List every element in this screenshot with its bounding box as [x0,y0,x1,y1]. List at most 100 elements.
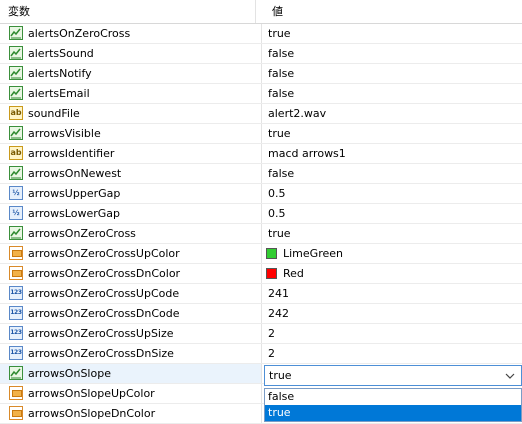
parameter-row[interactable]: arrowsOnZeroCrossUpColor LimeGreen [0,244,522,264]
parameter-row[interactable]: arrowsOnNewest false [0,164,522,184]
parameter-name-cell[interactable]: arrowsOnZeroCrossUpColor [0,244,262,263]
bool-icon [9,366,23,380]
parameter-value: false [268,47,295,60]
parameter-name-cell[interactable]: ½ arrowsUpperGap [0,184,262,203]
parameter-name-cell[interactable]: ½ arrowsLowerGap [0,204,262,223]
parameter-name-cell[interactable]: arrowsOnZeroCrossDnColor [0,264,262,283]
parameter-row[interactable]: arrowsOnZeroCross true [0,224,522,244]
parameter-value: Red [283,267,304,280]
parameter-value-cell[interactable]: 241 [262,284,522,303]
parameter-value-cell[interactable]: false [262,44,522,63]
parameter-name-cell[interactable]: 123 arrowsOnZeroCrossDnSize [0,344,262,363]
chevron-down-icon[interactable] [502,367,518,384]
parameter-name-cell[interactable]: arrowsOnSlopeUpColor [0,384,262,403]
parameter-row[interactable]: 123 arrowsOnZeroCrossDnSize 2 [0,344,522,364]
color-icon [9,266,23,280]
parameter-row[interactable]: alertsOnZeroCross true [0,24,522,44]
parameter-row[interactable]: ½ arrowsUpperGap 0.5 [0,184,522,204]
parameter-name: alertsEmail [28,87,90,100]
value-column-header[interactable]: 値 [264,0,522,23]
parameter-name: arrowsOnZeroCrossUpSize [28,327,174,340]
parameter-name: arrowsIdentifier [28,147,115,160]
parameter-name: arrowsOnZeroCrossDnCode [28,307,180,320]
parameter-name-cell[interactable]: ab soundFile [0,104,262,123]
parameter-value: 242 [268,307,289,320]
parameter-name-cell[interactable]: alertsEmail [0,84,262,103]
parameter-value: macd arrows1 [268,147,346,160]
parameter-value: LimeGreen [283,247,343,260]
parameter-name-cell[interactable]: 123 arrowsOnZeroCrossUpSize [0,324,262,343]
parameter-name-cell[interactable]: arrowsOnSlope [0,364,262,383]
parameter-value-cell[interactable]: macd arrows1 [262,144,522,163]
name-column-header[interactable]: 変数 [0,0,256,23]
color-icon [9,386,23,400]
parameter-value-cell[interactable]: false [262,164,522,183]
parameter-name-cell[interactable]: arrowsOnNewest [0,164,262,183]
parameter-value: 2 [268,347,275,360]
parameter-value-cell[interactable]: 242 [262,304,522,323]
parameter-row[interactable]: ab arrowsIdentifier macd arrows1 [0,144,522,164]
parameter-value-cell[interactable]: 0.5 [262,184,522,203]
parameter-name: arrowsOnNewest [28,167,122,180]
parameter-row[interactable]: arrowsOnSlope true [0,364,522,386]
parameter-name: arrowsOnSlopeUpColor [28,387,155,400]
parameter-value-cell[interactable]: LimeGreen [262,244,522,263]
parameter-name: arrowsOnZeroCrossDnSize [28,347,174,360]
parameter-row[interactable]: 123 arrowsOnZeroCrossUpSize 2 [0,324,522,344]
parameter-value-cell[interactable]: 0.5 [262,204,522,223]
parameter-name-cell[interactable]: arrowsVisible [0,124,262,143]
color-swatch [266,268,277,279]
parameter-row[interactable]: alertsNotify false [0,64,522,84]
selected-value: true [269,369,292,382]
parameter-value: true [268,27,291,40]
parameter-value: false [268,167,295,180]
parameter-value-cell[interactable]: true [262,364,522,386]
color-icon [9,406,23,420]
parameter-row[interactable]: ab soundFile alert2.wav [0,104,522,124]
bool-icon [9,26,23,40]
parameter-value-cell[interactable]: true [262,224,522,243]
parameter-name-cell[interactable]: 123 arrowsOnZeroCrossDnCode [0,304,262,323]
dropdown-option[interactable]: false [265,389,521,405]
parameter-name-cell[interactable]: alertsSound [0,44,262,63]
parameter-name-cell[interactable]: arrowsOnZeroCross [0,224,262,243]
value-dropdown-list[interactable]: false true [264,388,522,422]
bool-icon [9,126,23,140]
parameter-value-cell[interactable]: false [262,64,522,83]
parameter-value-cell[interactable]: 2 [262,344,522,363]
parameter-value-cell[interactable]: false [262,84,522,103]
parameter-row[interactable]: arrowsVisible true [0,124,522,144]
parameter-value-cell[interactable]: Red [262,264,522,283]
parameter-name: arrowsOnZeroCrossUpColor [28,247,180,260]
parameter-name: arrowsOnSlopeDnColor [28,407,156,420]
parameter-value: 0.5 [268,187,286,200]
parameter-name-cell[interactable]: alertsOnZeroCross [0,24,262,43]
parameter-row[interactable]: alertsEmail false [0,84,522,104]
parameter-row[interactable]: 123 arrowsOnZeroCrossDnCode 242 [0,304,522,324]
parameter-name-cell[interactable]: ab arrowsIdentifier [0,144,262,163]
parameter-row[interactable]: alertsSound false [0,44,522,64]
parameter-value: false [268,87,295,100]
bool-icon [9,226,23,240]
parameter-value: 2 [268,327,275,340]
bool-icon [9,86,23,100]
parameter-value-cell[interactable]: true [262,24,522,43]
parameter-name-cell[interactable]: arrowsOnSlopeDnColor [0,404,262,423]
parameter-name: alertsNotify [28,67,92,80]
color-icon [9,246,23,260]
parameter-name-cell[interactable]: alertsNotify [0,64,262,83]
parameter-value-cell[interactable]: 2 [262,324,522,343]
value-select[interactable]: true [264,365,522,386]
parameter-name-cell[interactable]: 123 arrowsOnZeroCrossUpCode [0,284,262,303]
double-icon: ½ [9,186,23,200]
dropdown-option[interactable]: true [265,405,521,421]
parameter-value-cell[interactable]: true [262,124,522,143]
int-icon: 123 [9,286,23,300]
parameter-row[interactable]: 123 arrowsOnZeroCrossUpCode 241 [0,284,522,304]
parameter-value-cell[interactable]: alert2.wav [262,104,522,123]
parameter-name: arrowsOnSlope [28,367,111,380]
parameter-row[interactable]: arrowsOnZeroCrossDnColor Red [0,264,522,284]
parameter-name: arrowsLowerGap [28,207,121,220]
parameter-grid: alertsOnZeroCross true alertsSound false ale… [0,24,522,424]
parameter-row[interactable]: ½ arrowsLowerGap 0.5 [0,204,522,224]
